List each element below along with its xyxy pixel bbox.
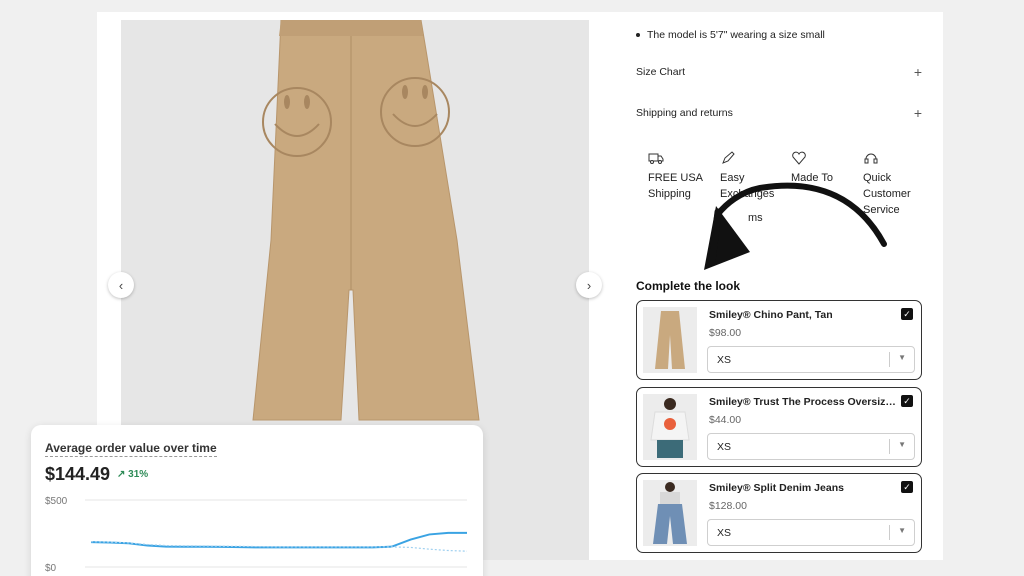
- y-tick-label: $500: [45, 496, 68, 507]
- perk-partial-text: ms: [748, 212, 763, 224]
- chino-thumbnail: [655, 311, 685, 369]
- aov-series-line: [90, 531, 467, 549]
- accordion-label: Shipping and returns: [636, 107, 733, 119]
- look-item-checkbox[interactable]: ✓: [901, 395, 913, 407]
- size-select-value: XS: [717, 354, 732, 366]
- size-select[interactable]: XS ▼: [707, 519, 915, 546]
- headset-icon: [864, 153, 878, 164]
- chevron-right-icon: ›: [586, 277, 592, 293]
- look-item-name[interactable]: Smiley® Trust The Process Oversized T-Sh…: [709, 396, 899, 408]
- perk-made-to: Made To: [791, 148, 861, 186]
- truck-icon: [648, 153, 664, 164]
- look-item-name[interactable]: Smiley® Chino Pant, Tan: [709, 309, 899, 321]
- chevron-down-icon: ▼: [898, 440, 906, 449]
- tshirt-thumbnail: [650, 398, 690, 458]
- bullet-dot: [636, 33, 640, 37]
- product-thumbnail[interactable]: [643, 394, 697, 460]
- chevron-down-icon: ▼: [898, 526, 906, 535]
- select-divider: [889, 352, 890, 367]
- accordion-label: Size Chart: [636, 66, 686, 78]
- look-item-price: $98.00: [709, 327, 742, 339]
- aov-analytics-card: Average order value over time $144.49 ↗ …: [31, 425, 483, 576]
- perk-label: Made To: [791, 172, 833, 184]
- perk-free-shipping: FREE USA Shipping: [648, 148, 718, 202]
- model-size-note: The model is 5'7" wearing a size small: [636, 29, 825, 41]
- complete-look-title: Complete the look: [636, 279, 741, 293]
- look-item-checkbox[interactable]: ✓: [901, 308, 913, 320]
- perk-label: FREE USA Shipping: [648, 172, 703, 200]
- perk-easy-exchanges: Easy Exchanges ms: [720, 148, 790, 226]
- pen-icon: [722, 151, 735, 164]
- perk-label: Easy Exchanges: [720, 172, 775, 200]
- size-select-value: XS: [717, 527, 732, 539]
- product-thumbnail[interactable]: [643, 480, 697, 546]
- size-select[interactable]: XS ▼: [707, 346, 915, 373]
- size-select[interactable]: XS ▼: [707, 433, 915, 460]
- shipping-returns-accordion[interactable]: Shipping and returns +: [636, 105, 922, 121]
- size-chart-accordion[interactable]: Size Chart +: [636, 64, 922, 80]
- look-item-card[interactable]: Smiley® Split Denim Jeans $128.00 ✓ XS ▼: [636, 473, 922, 553]
- heart-icon: [792, 151, 806, 165]
- look-item-card[interactable]: Smiley® Trust The Process Oversized T-Sh…: [636, 387, 922, 467]
- aov-line-chart: $500 $0: [45, 496, 468, 574]
- model-size-text: The model is 5'7" wearing a size small: [647, 29, 825, 41]
- denim-thumbnail: [653, 482, 687, 544]
- select-divider: [889, 525, 890, 540]
- product-thumbnail[interactable]: [643, 307, 697, 373]
- chevron-left-icon: ‹: [118, 277, 124, 293]
- gallery-prev-button[interactable]: ‹: [108, 272, 134, 298]
- plus-icon: +: [913, 105, 922, 121]
- plus-icon: +: [913, 64, 922, 80]
- size-select-value: XS: [717, 441, 732, 453]
- perk-customer-service: Quick Customer Service: [863, 148, 933, 218]
- perk-label: Quick Customer Service: [863, 172, 911, 216]
- look-item-card[interactable]: Smiley® Chino Pant, Tan $98.00 ✓ XS ▼: [636, 300, 922, 380]
- look-item-price: $128.00: [709, 500, 747, 512]
- select-divider: [889, 439, 890, 454]
- y-tick-label: $0: [45, 563, 57, 574]
- look-item-checkbox[interactable]: ✓: [901, 481, 913, 493]
- look-item-price: $44.00: [709, 414, 742, 426]
- chevron-down-icon: ▼: [898, 353, 906, 362]
- look-item-name[interactable]: Smiley® Split Denim Jeans: [709, 482, 899, 494]
- gallery-next-button[interactable]: ›: [576, 272, 602, 298]
